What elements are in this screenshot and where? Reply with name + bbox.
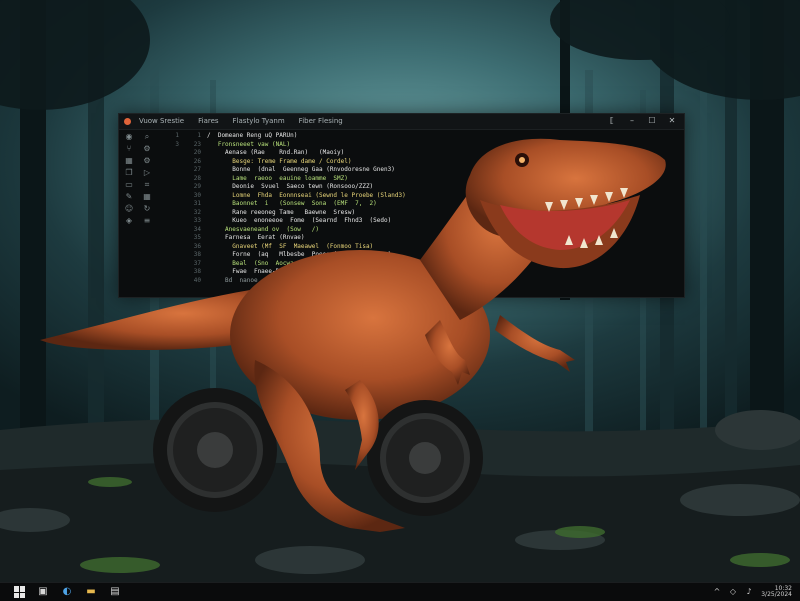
- menu-icon[interactable]: ≡: [141, 216, 153, 226]
- editor-titlebar[interactable]: Vuow Srestie Fiares Flastylo Tyanm Fiber…: [119, 114, 684, 130]
- chevron-up-icon[interactable]: ^: [712, 586, 722, 598]
- files-icon[interactable]: ❐: [123, 168, 135, 178]
- line-numbers: 1 23 20 26 27 28 29 30 31 32 33 34 35 36…: [183, 132, 201, 285]
- code-area[interactable]: / Domeane Reng uQ PARUn) Fronsneeet vaw …: [207, 132, 667, 285]
- clock-date: 3/25/2024: [761, 591, 792, 598]
- menu-bar: Vuow Srestie Fiares Flastylo Tyanm Fiber…: [139, 116, 343, 127]
- line-number: 32: [193, 208, 201, 216]
- system-tray: ^ ◇ ♪ 10:32 3/25/2024: [712, 586, 792, 598]
- menu-item[interactable]: Fiber Flesing: [299, 116, 343, 127]
- fold-gutter: 1 3: [169, 132, 179, 149]
- code-line[interactable]: Lame raeoo eauine loamme SMZ): [207, 175, 667, 184]
- browser-icon[interactable]: ◐: [60, 585, 74, 599]
- code-line[interactable]: Gnaveet (Mf SF Maeawel (Fonmoo Tisa): [207, 243, 667, 252]
- line-number: 29: [193, 183, 201, 190]
- code-editor-window[interactable]: Vuow Srestie Fiares Flastylo Tyanm Fiber…: [118, 113, 685, 298]
- code-line[interactable]: Fwae Fnaee-Rawabar.Raeaanae Saa3): [207, 268, 667, 277]
- network-icon[interactable]: ◇: [728, 586, 738, 598]
- restore-icon[interactable]: ⟦: [606, 115, 618, 127]
- menu-item[interactable]: Fiares: [198, 116, 218, 127]
- code-line[interactable]: Lomne Fhda Eonnnseai (Sewnd le Proebe (S…: [207, 192, 667, 201]
- settings-icon[interactable]: ⚙: [141, 156, 153, 166]
- account-icon[interactable]: ☺: [123, 204, 135, 214]
- outline-icon[interactable]: ✎: [123, 192, 135, 202]
- activity-bar: ◉ ⌕ ⑂ ⚙ ▦ ⚙ ❐ ▷ ▭ ⌗ ✎ ▦ ☺ ↻ ◈ ≡: [123, 132, 161, 282]
- line-number: 31: [193, 200, 201, 207]
- windows-logo-icon: [14, 586, 19, 592]
- explorer-icon[interactable]: ◉: [123, 132, 135, 142]
- window-controls: ⟦ – ☐ ✕: [606, 115, 678, 127]
- code-line[interactable]: Beal (Sno Aocwaonaeveriw Rbwoanae Bneb ): [207, 260, 667, 269]
- line-number: 37: [193, 259, 201, 267]
- taskbar-apps: ▣ ◐ ▬ ▤: [36, 585, 122, 599]
- line-number: 36: [193, 242, 201, 250]
- minimize-icon[interactable]: –: [626, 115, 638, 127]
- code-line[interactable]: Farnesa Eerat (Rnvae): [207, 234, 667, 243]
- gutter-number: 1: [175, 132, 179, 139]
- code-line[interactable]: Fronsneeet vaw (NAL): [207, 141, 667, 150]
- run-icon[interactable]: ▷: [141, 168, 153, 178]
- code-line[interactable]: Rane reeoneg Tame Baewne Sresw): [207, 209, 667, 218]
- volume-icon[interactable]: ♪: [744, 586, 754, 598]
- search-icon[interactable]: ⌕: [141, 132, 153, 142]
- taskbar: ▣ ◐ ▬ ▤ ^ ◇ ♪ 10:32 3/25/2024: [0, 582, 800, 601]
- close-icon[interactable]: ✕: [666, 115, 678, 127]
- code-line[interactable]: Forne (aq Mlbesbe Poeoe (Aenoee Goane ): [207, 251, 667, 260]
- code-line[interactable]: Baonnet i (Sonsew Sona (EMF 7, 2): [207, 200, 667, 209]
- line-number: 20: [193, 149, 201, 156]
- line-number: 34: [193, 225, 201, 233]
- line-number: 23: [193, 140, 201, 148]
- code-line[interactable]: Aenase (Rae Rnd.Ran) (Maoiy): [207, 149, 667, 158]
- line-number: 38: [193, 251, 201, 258]
- code-line[interactable]: Besge: Treme Frame dame / Cordel): [207, 158, 667, 167]
- git-icon[interactable]: ⑂: [123, 144, 135, 154]
- code-line[interactable]: / Domeane Reng uQ PARUn): [207, 132, 667, 141]
- clock[interactable]: 10:32 3/25/2024: [760, 586, 792, 598]
- start-button[interactable]: [14, 586, 26, 598]
- extensions-icon[interactable]: ▦: [123, 156, 135, 166]
- line-number: 40: [193, 276, 201, 284]
- code-line[interactable]: Bonne (dnal Geenneg Gaa (Rnvodoresne Gne…: [207, 166, 667, 175]
- menu-item[interactable]: Flastylo Tyanm: [233, 116, 285, 127]
- line-number: 27: [193, 166, 201, 173]
- code-line[interactable]: Bd nanoe bane Seaeenoe: [207, 277, 667, 286]
- line-number: 38: [193, 268, 201, 275]
- photos-icon[interactable]: ▤: [108, 585, 122, 599]
- code-line[interactable]: Anesvaeneand ov (Sow /): [207, 226, 667, 235]
- code-line[interactable]: Kueo enoneeoe Fome (Searnd Fhnd3 (Sedo): [207, 217, 667, 226]
- file-explorer-icon[interactable]: ▣: [36, 585, 50, 599]
- folder-icon[interactable]: ▬: [84, 585, 98, 599]
- code-line[interactable]: Deonie Svuel Saeco tewn (Ronsooo/ZZZ): [207, 183, 667, 192]
- line-number: 30: [193, 191, 201, 199]
- gutter-number: 3: [175, 140, 179, 148]
- grid-icon[interactable]: ▦: [141, 192, 153, 202]
- debug-icon[interactable]: ⚙: [141, 144, 153, 154]
- bookmark-icon[interactable]: ⌗: [141, 180, 153, 190]
- line-number: 28: [193, 174, 201, 182]
- app-logo-icon: [124, 118, 131, 125]
- layers-icon[interactable]: ◈: [123, 216, 135, 226]
- line-number: 33: [193, 217, 201, 224]
- menu-item[interactable]: Vuow Srestie: [139, 116, 184, 127]
- sync-icon[interactable]: ↻: [141, 204, 153, 214]
- maximize-icon[interactable]: ☐: [646, 115, 658, 127]
- line-number: 1: [197, 132, 201, 139]
- line-number: 35: [193, 234, 201, 241]
- line-number: 26: [193, 157, 201, 165]
- terminal-icon[interactable]: ▭: [123, 180, 135, 190]
